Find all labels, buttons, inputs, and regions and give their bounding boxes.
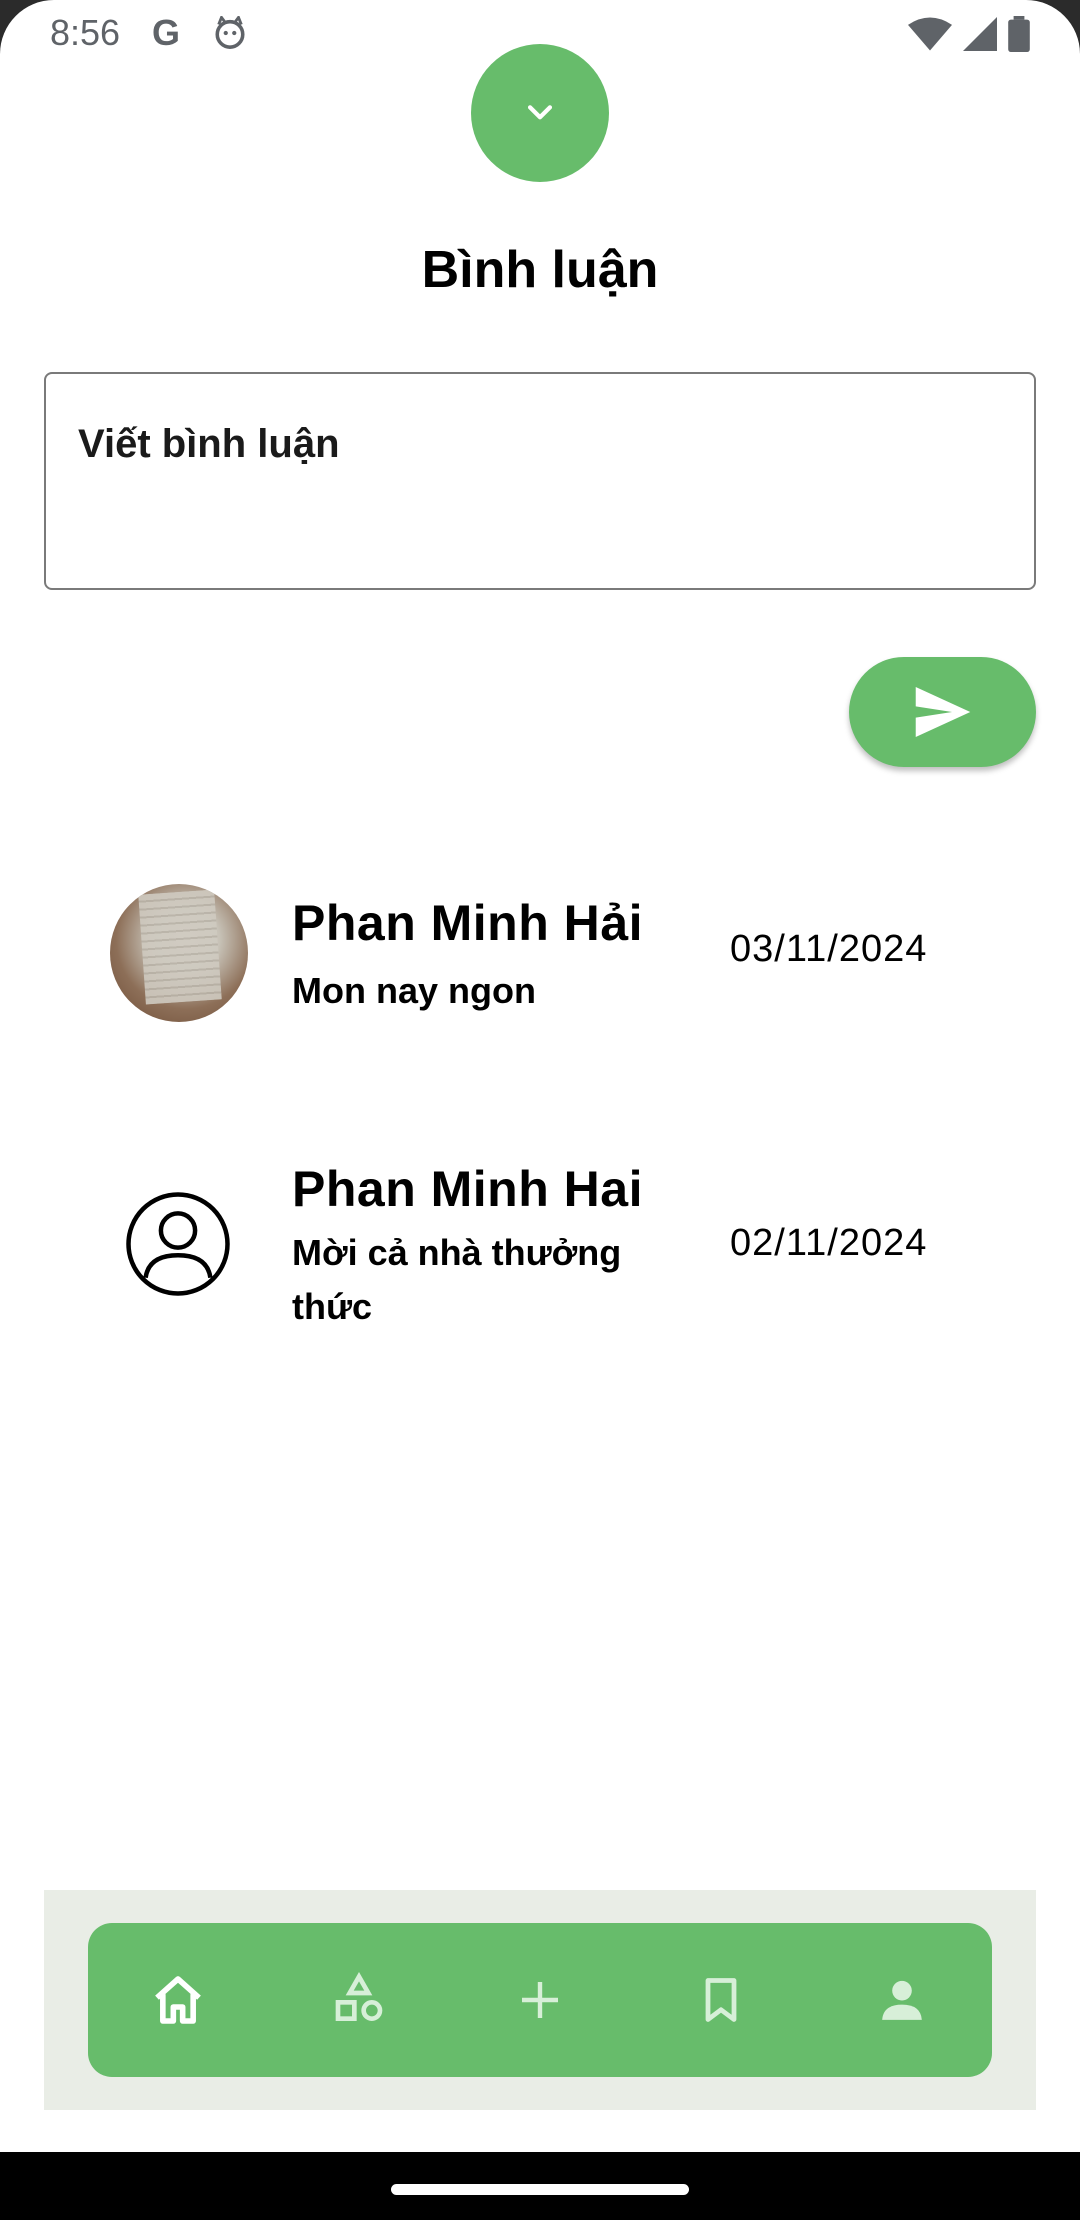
- send-icon: [915, 687, 970, 737]
- nav-bookmark[interactable]: [676, 1955, 766, 2045]
- chevron-down-icon: [527, 105, 553, 120]
- status-icons: [908, 16, 1030, 52]
- nav-categories[interactable]: [314, 1955, 404, 2045]
- page-title: Bình luận: [421, 241, 659, 299]
- comment-author: Phan Minh Hai: [292, 1161, 643, 1217]
- nav-home[interactable]: [133, 1955, 223, 2045]
- nav-add[interactable]: [495, 1955, 585, 2045]
- dismiss-sheet-button[interactable]: [471, 44, 609, 182]
- google-icon: G: [152, 12, 181, 53]
- home-gesture-handle[interactable]: [391, 2184, 689, 2195]
- status-time: 8:56: [50, 12, 121, 53]
- signal-icon: [963, 17, 997, 51]
- avatar[interactable]: [110, 884, 248, 1022]
- categories-icon: [335, 1972, 383, 2021]
- comment-text: Mon nay ngon: [292, 970, 536, 1011]
- comment-item: Phan Minh Hải Mon nay ngon 03/11/2024: [0, 884, 1080, 1024]
- bottom-nav-container: [44, 1890, 1036, 2110]
- bottom-nav: [88, 1923, 992, 2077]
- home-icon: [155, 1976, 202, 2024]
- nav-profile[interactable]: [857, 1955, 947, 2045]
- comment-item: Phan Minh Hai Mời cả nhà thưởng thức 02/…: [0, 1160, 1080, 1340]
- default-user-icon[interactable]: [124, 1190, 232, 1298]
- comment-text: Mời cả nhà thưởng thức: [292, 1232, 622, 1327]
- bookmark-icon: [705, 1978, 737, 2022]
- comment-input[interactable]: Viết bình luận: [44, 372, 1036, 590]
- wifi-icon: [908, 17, 952, 51]
- comment-date: 02/11/2024: [730, 1222, 928, 1264]
- app-screen: [0, 0, 1080, 2220]
- comment-author: Phan Minh Hải: [292, 895, 643, 951]
- send-button[interactable]: [849, 657, 1036, 767]
- add-icon: [521, 1982, 558, 2018]
- cat-notification-icon: [215, 16, 245, 49]
- profile-icon: [881, 1980, 922, 2020]
- comment-input-placeholder: Viết bình luận: [78, 422, 340, 466]
- comment-date: 03/11/2024: [730, 928, 928, 970]
- battery-icon: [1008, 16, 1030, 52]
- system-navigation-bar: [0, 2152, 1080, 2220]
